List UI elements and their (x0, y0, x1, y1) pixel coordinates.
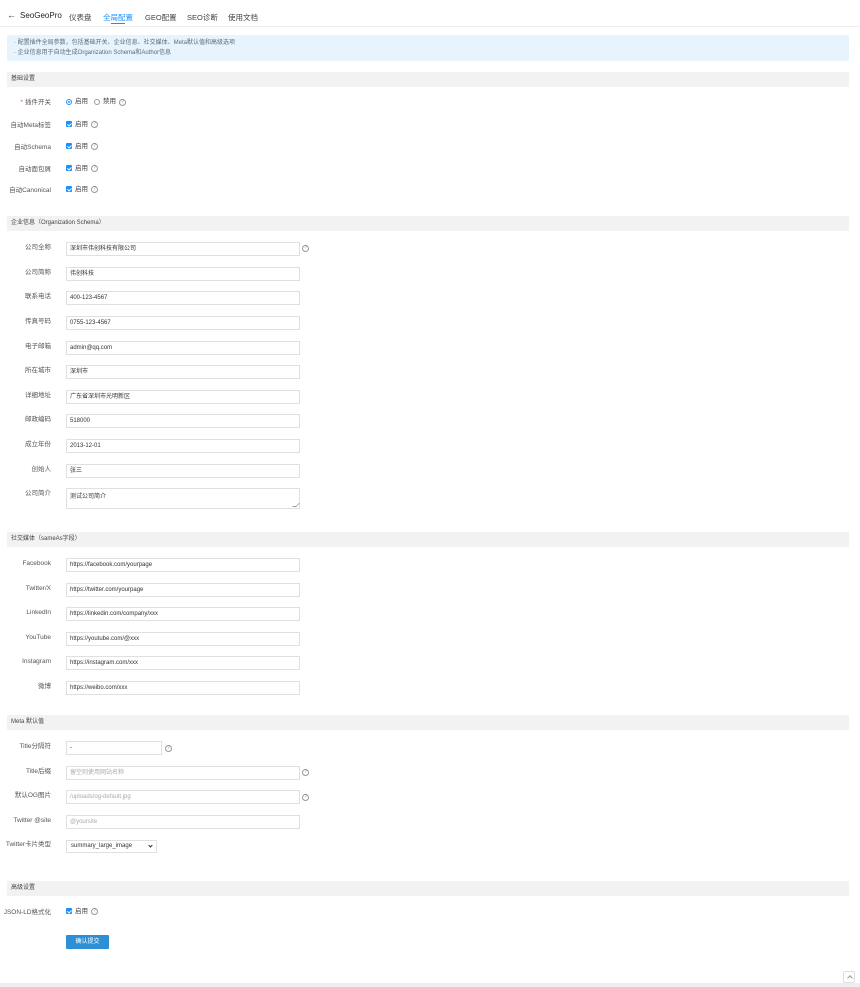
jsonld-format-label: JSON-LD格式化 (3, 909, 51, 916)
auto-meta-label: 自动Meta标签 (10, 122, 51, 129)
plugin-switch-on-label: 启用 (75, 98, 88, 105)
city-input[interactable]: 深圳市 (66, 365, 300, 379)
twitter-site-input[interactable]: @yoursite (66, 815, 300, 829)
postcode-label: 邮政编码 (25, 416, 51, 423)
intro-textarea[interactable]: 测试公司简介 (66, 488, 300, 509)
auto-schema-opt: 启用 (75, 143, 88, 150)
company-short-label: 公司简称 (25, 269, 51, 276)
address-label: 详细地址 (25, 392, 51, 399)
section-basic: 基础设置 (7, 72, 849, 87)
arrow-left-icon[interactable]: ← (7, 10, 16, 20)
jsonld-format-checkbox[interactable] (66, 908, 72, 914)
intro-label: 公司简介 (25, 490, 51, 497)
section-organization: 企业信息（Organization Schema） (7, 216, 849, 231)
twitter-card-value: summary_large_image (71, 843, 133, 849)
auto-canonical-opt: 启用 (75, 186, 88, 193)
section-social: 社交媒体（sameAs字段） (7, 532, 849, 547)
plugin-switch-on-radio[interactable] (66, 99, 72, 105)
intro-text: 测试公司简介 (70, 494, 107, 500)
help-icon[interactable]: ? (91, 121, 98, 128)
tab-docs[interactable]: 使用文档 (228, 12, 258, 23)
auto-schema-checkbox[interactable] (66, 143, 72, 149)
twitter-site-label: Twitter @site (13, 817, 51, 824)
plugin-switch-label: * 插件开关 (20, 99, 51, 106)
twitter-card-label: Twitter卡片类型 (5, 841, 51, 848)
help-icon[interactable]: ? (91, 143, 98, 150)
phone-label: 联系电话 (25, 293, 51, 300)
help-icon[interactable]: ? (302, 769, 309, 776)
auto-schema-label: 自动Schema (14, 144, 51, 151)
scroll-to-top-icon[interactable] (843, 971, 855, 983)
founded-label: 成立年份 (25, 441, 51, 448)
submit-button[interactable]: 确认提交 (66, 935, 109, 949)
founder-input[interactable]: 张三 (66, 464, 300, 478)
fax-label: 传真号码 (25, 318, 51, 325)
chevron-down-icon (148, 843, 153, 848)
title-separator-input[interactable]: - (66, 741, 162, 755)
founded-input[interactable]: 2013-12-01 (66, 439, 300, 453)
help-icon[interactable]: ? (302, 245, 309, 252)
section-advanced: 高级设置 (7, 881, 849, 896)
title-separator-label: Title分隔符 (19, 743, 51, 750)
jsonld-format-opt: 启用 (75, 908, 88, 915)
address-input[interactable]: 广东省深圳市光明新区 (66, 390, 300, 404)
youtube-label: YouTube (25, 634, 51, 641)
notice-line: · 配置插件全局参数，包括基础开关、企业信息、社交媒体、Meta默认值和高级选项 (14, 40, 236, 46)
help-icon[interactable]: ? (119, 99, 126, 106)
youtube-input[interactable]: https://youtube.com/@xxx (66, 632, 300, 646)
tab-seo-diagnosis[interactable]: SEO诊断 (187, 12, 218, 23)
tab-global-config[interactable]: 全局配置 (103, 12, 133, 24)
linkedin-input[interactable]: https://linkedin.com/company/xxx (66, 607, 300, 621)
auto-meta-opt: 启用 (75, 121, 88, 128)
help-icon[interactable]: ? (165, 745, 172, 752)
auto-breadcrumb-checkbox[interactable] (66, 165, 72, 171)
postcode-input[interactable]: 518000 (66, 414, 300, 428)
weibo-input[interactable]: https://weibo.com/xxx (66, 681, 300, 695)
auto-breadcrumb-opt: 启用 (75, 165, 88, 172)
auto-breadcrumb-label: 自动面包屑 (18, 166, 52, 173)
auto-meta-checkbox[interactable] (66, 121, 72, 127)
plugin-switch-off-label: 禁用 (103, 98, 116, 105)
email-label: 电子邮箱 (25, 343, 51, 350)
fax-input[interactable]: 0755-123-4567 (66, 316, 300, 330)
info-notice: · 配置插件全局参数，包括基础开关、企业信息、社交媒体、Meta默认值和高级选项… (7, 35, 849, 61)
title-suffix-input[interactable]: 留空则使用网站名称 (66, 766, 300, 780)
tab-geo-config[interactable]: GEO配置 (145, 12, 177, 23)
facebook-label: Facebook (22, 560, 51, 567)
linkedin-label: LinkedIn (26, 609, 51, 616)
help-icon[interactable]: ? (302, 794, 309, 801)
phone-input[interactable]: 400-123-4567 (66, 291, 300, 305)
city-label: 所在城市 (25, 367, 51, 374)
help-icon[interactable]: ? (91, 165, 98, 172)
plugin-switch-off-radio[interactable] (94, 99, 100, 105)
og-image-input[interactable]: /uploads/og-default.jpg (66, 790, 300, 804)
og-image-label: 默认OG图片 (14, 792, 51, 799)
twitter-card-select[interactable]: summary_large_image (66, 840, 157, 853)
auto-canonical-label: 自动Canonical (9, 187, 51, 194)
email-input[interactable]: admin@qq.com (66, 341, 300, 355)
section-meta-defaults: Meta 默认值 (7, 715, 849, 730)
instagram-label: Instagram (22, 658, 51, 665)
weibo-label: 微博 (38, 683, 51, 690)
help-icon[interactable]: ? (91, 186, 98, 193)
founder-label: 创始人 (31, 466, 52, 473)
title-suffix-label: Title后缀 (25, 768, 51, 775)
instagram-input[interactable]: https://instagram.com/xxx (66, 656, 300, 670)
brand-title: SeoGeoPro (20, 11, 62, 20)
twitter-label: Twitter/X (25, 585, 51, 592)
help-icon[interactable]: ? (91, 908, 98, 915)
resize-handle-icon[interactable] (292, 503, 300, 507)
top-nav: ← SeoGeoPro 仪表盘 全局配置 GEO配置 SEO诊断 使用文档 (0, 0, 860, 27)
notice-line: · 企业信息用于自动生成Organization Schema和Author信息 (14, 50, 172, 56)
company-name-input[interactable]: 深圳市伟创科技有限公司 (66, 242, 300, 256)
tab-dashboard[interactable]: 仪表盘 (69, 12, 92, 23)
company-name-label: 公司全称 (25, 244, 51, 251)
twitter-input[interactable]: https://twitter.com/yourpage (66, 583, 300, 597)
auto-canonical-checkbox[interactable] (66, 186, 72, 192)
bottom-bar (0, 983, 860, 987)
company-short-input[interactable]: 伟创科技 (66, 267, 300, 281)
facebook-input[interactable]: https://facebook.com/yourpage (66, 558, 300, 572)
